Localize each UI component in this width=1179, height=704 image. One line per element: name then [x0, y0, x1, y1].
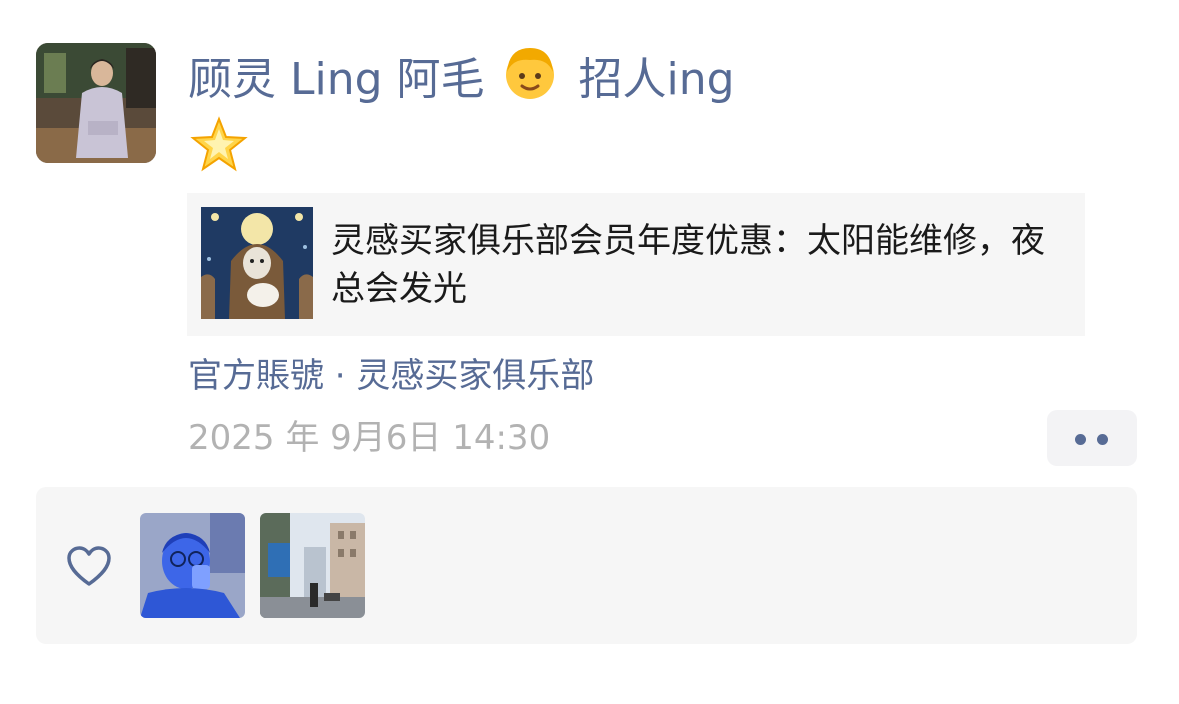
heart-outline-icon	[65, 544, 113, 592]
person-blond-hair-emoji-icon	[501, 44, 559, 120]
author-suffix-text: 招人ing	[578, 54, 735, 105]
more-dot-icon	[1075, 434, 1086, 445]
shared-article-card[interactable]: 灵感买家俱乐部会员年度优惠：太阳能维修，夜总会发光	[187, 193, 1085, 336]
glowing-star-icon	[190, 116, 248, 178]
author-name-text: 顾灵 Ling 阿毛	[188, 54, 485, 105]
author-avatar[interactable]	[36, 43, 156, 163]
more-actions-button[interactable]	[1047, 410, 1137, 466]
official-account-source-link[interactable]: 官方賬號 · 灵感买家俱乐部	[188, 352, 594, 400]
liker-avatar[interactable]	[140, 513, 245, 618]
more-dot-icon	[1097, 434, 1108, 445]
likes-panel	[36, 487, 1137, 644]
author-name[interactable]: 顾灵 Ling 阿毛 招人ing	[188, 44, 735, 108]
article-thumbnail	[201, 207, 313, 319]
post-timestamp: 2025 年 9月6日 14:30	[188, 418, 551, 458]
article-title: 灵感买家俱乐部会员年度优惠：太阳能维修，夜总会发光	[331, 221, 1045, 309]
liker-avatar[interactable]	[260, 513, 365, 618]
